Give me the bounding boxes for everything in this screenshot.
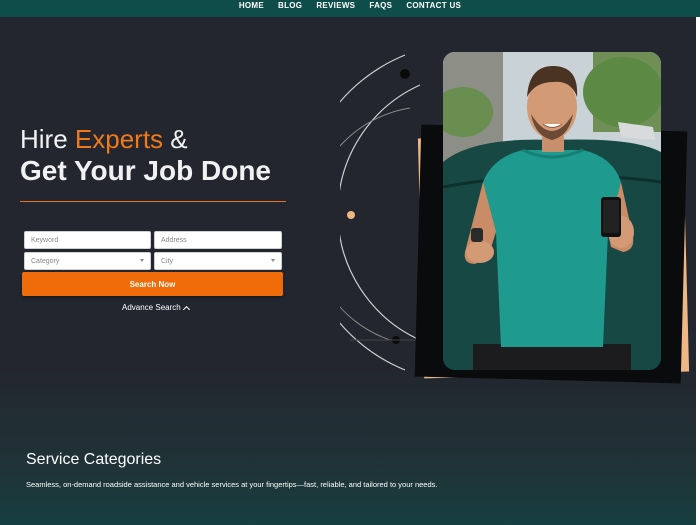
hero-person-illustration <box>443 52 661 370</box>
keyword-placeholder: Keyword <box>31 236 59 244</box>
keyword-input[interactable]: Keyword <box>24 231 151 249</box>
chevron-down-icon <box>271 259 275 262</box>
address-input[interactable]: Address <box>154 231 282 249</box>
service-categories-title: Service Categories <box>26 451 162 468</box>
decor-dot-orange <box>347 211 355 219</box>
hero-photo <box>443 52 661 370</box>
decor-dot-black <box>400 69 410 79</box>
chevron-up-icon <box>182 305 190 313</box>
category-select[interactable]: Category <box>24 252 151 270</box>
nav-item-home[interactable]: HOME <box>239 2 264 10</box>
city-select[interactable]: City <box>154 252 282 270</box>
category-value: Category <box>31 257 60 265</box>
address-placeholder: Address <box>161 236 187 244</box>
hero-title-ampersand: & <box>170 124 188 154</box>
service-categories-description: Seamless, on-demand roadside assistance … <box>26 480 438 489</box>
hero-title: Hire Experts & Get Your Job Done <box>20 124 271 188</box>
nav-item-faqs[interactable]: FAQS <box>369 2 392 10</box>
nav-item-reviews[interactable]: REVIEWS <box>316 2 355 10</box>
nav-item-blog[interactable]: BLOG <box>278 2 302 10</box>
hero-title-line1: Hire Experts & <box>20 124 271 154</box>
hero-title-accent: Experts <box>74 124 164 154</box>
advance-search-toggle[interactable]: Advance Search <box>122 303 190 313</box>
nav-item-contact-us[interactable]: CONTACT US <box>406 2 461 10</box>
city-value: City <box>161 257 174 265</box>
hero-title-line2: Get Your Job Done <box>20 155 271 186</box>
hero-divider <box>20 201 286 202</box>
search-now-button[interactable]: Search Now <box>22 272 283 296</box>
chevron-down-icon <box>140 259 144 262</box>
top-navigation: HOME BLOG REVIEWS FAQS CONTACT US <box>0 0 700 17</box>
advance-search-label: Advance Search <box>122 303 181 312</box>
hero-title-hire: Hire <box>20 124 68 154</box>
